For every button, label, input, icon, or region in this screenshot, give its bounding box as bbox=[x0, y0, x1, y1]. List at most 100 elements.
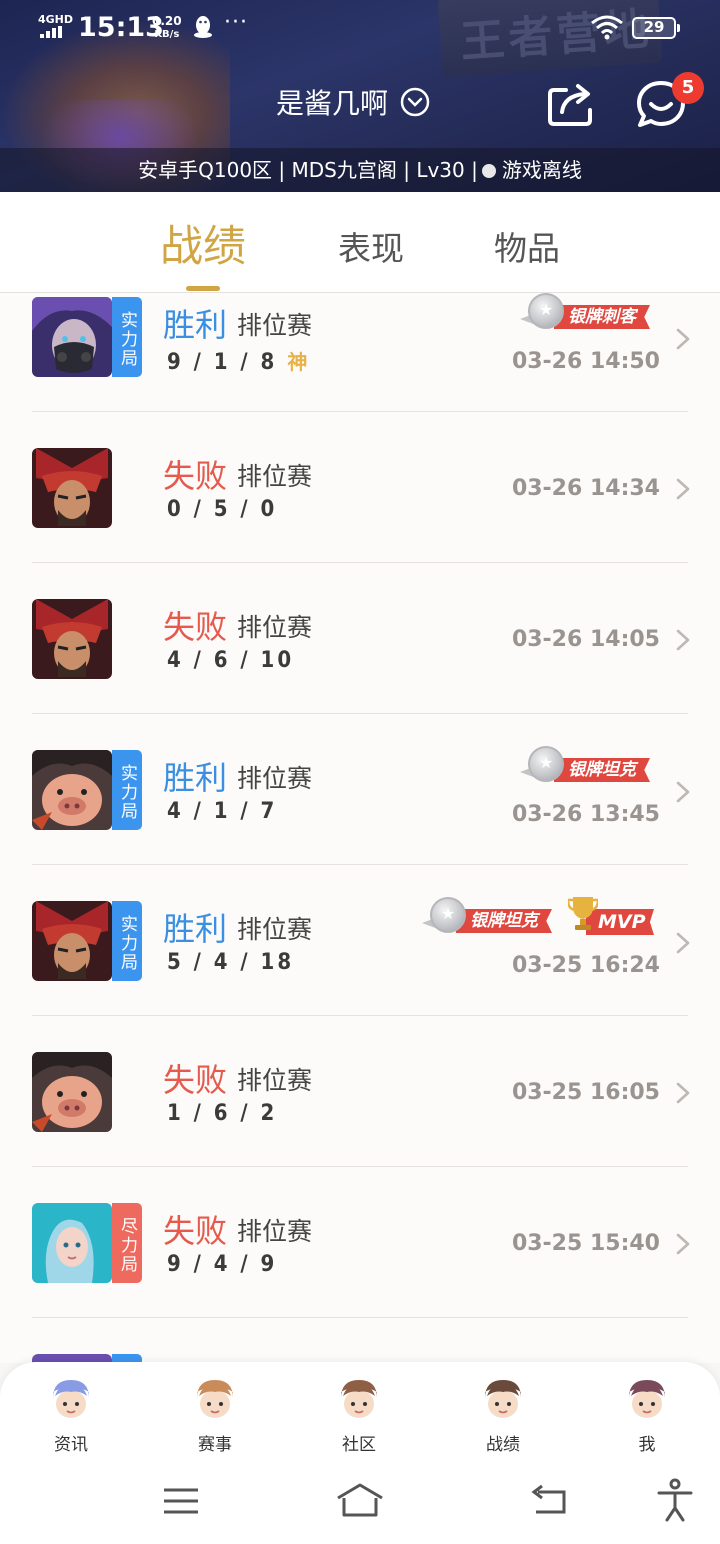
me-character-icon bbox=[629, 1380, 665, 1418]
chevron-right-icon bbox=[676, 328, 690, 350]
medal-label: 银牌刺客 bbox=[554, 305, 650, 329]
signal-icon bbox=[40, 26, 62, 38]
silver-medal-badge: 银牌坦克 bbox=[422, 895, 562, 937]
kda-value: 5 / 4 / 18 bbox=[167, 950, 295, 975]
nav-label: 战绩 bbox=[486, 1435, 520, 1455]
chevron-right-icon bbox=[676, 1233, 690, 1255]
nav-item-0[interactable]: 资讯 bbox=[31, 1378, 111, 1455]
bottom-nav: 资讯 赛事 社区 战绩 我 bbox=[0, 1362, 720, 1462]
nav-label: 资讯 bbox=[54, 1435, 88, 1455]
community-character-icon bbox=[341, 1380, 377, 1418]
match-row-partial bbox=[0, 1318, 720, 1363]
silver-medal-badge: 银牌坦克 bbox=[520, 744, 660, 786]
match-row[interactable]: 实力局胜利排位赛 5 / 4 / 18 MVP 银牌坦克 03-25 16:24 bbox=[0, 865, 720, 1016]
nav-item-4[interactable]: 我 bbox=[607, 1378, 687, 1455]
nav-item-3[interactable]: 战绩 bbox=[463, 1378, 543, 1455]
kda: 5 / 4 / 18 bbox=[167, 950, 294, 975]
nav-item-2[interactable]: 社区 bbox=[319, 1378, 399, 1455]
online-status: 游戏离线 bbox=[501, 158, 582, 182]
battery-icon: 29 bbox=[632, 17, 680, 39]
accessibility-icon[interactable] bbox=[656, 1478, 694, 1522]
match-row[interactable]: 失败 排位赛 1 / 6 / 2 03-25 16:05 bbox=[0, 1016, 720, 1167]
nav-label: 我 bbox=[638, 1435, 656, 1455]
offline-status-dot bbox=[481, 164, 496, 178]
hero-avatar bbox=[32, 901, 112, 981]
chevron-right-icon bbox=[676, 781, 690, 803]
match-result: 胜利 bbox=[163, 910, 228, 948]
medal-label: 银牌坦克 bbox=[456, 909, 552, 933]
username-dropdown[interactable]: 是酱几啊 bbox=[276, 82, 430, 122]
kda-value: 9 / 4 / 9 bbox=[167, 1252, 278, 1277]
match-row[interactable]: 尽力局 失败 排位赛 9 / 4 / 9 03-25 15:40 bbox=[0, 1167, 720, 1318]
silver-medal-icon bbox=[528, 746, 564, 782]
message-count-badge: 5 bbox=[672, 72, 704, 104]
tab-bar: 战绩 表现 物品 bbox=[0, 192, 720, 293]
match-row[interactable]: 实力局胜利排位赛 4 / 1 / 7 银牌坦克 03-26 13:45 bbox=[0, 714, 720, 865]
match-result: 失败 bbox=[163, 457, 228, 495]
kda-value: 4 / 6 / 10 bbox=[167, 648, 295, 673]
kda: 4 / 1 / 7 bbox=[167, 799, 277, 824]
battery-level: 29 bbox=[643, 18, 665, 36]
menu-icon[interactable] bbox=[162, 1486, 200, 1516]
match-tag: 实力局 bbox=[112, 750, 142, 830]
match-list[interactable]: 实力局胜利排位赛9 / 1 / 8神银牌刺客03-26 14:50失败排位赛0 … bbox=[0, 293, 720, 1363]
kda: 4 / 6 / 10 bbox=[167, 648, 294, 673]
kda: 0 / 5 / 0 bbox=[167, 497, 277, 522]
silver-medal-badge: 银牌刺客 bbox=[520, 293, 660, 333]
kda: 9 / 4 / 9 bbox=[167, 1252, 277, 1277]
share-icon[interactable] bbox=[546, 80, 598, 128]
match-mode: 排位赛 bbox=[237, 764, 313, 793]
match-result: 失败 bbox=[163, 608, 228, 646]
match-mode: 排位赛 bbox=[237, 1217, 313, 1246]
profile-header: 王者营地 4GHD 15:13 0.20 KB/s ··· 29 是酱几啊 5 … bbox=[0, 0, 720, 192]
silver-medal-icon bbox=[528, 293, 564, 329]
medal-label: 银牌坦克 bbox=[554, 758, 650, 782]
match-time: 03-25 15:40 bbox=[511, 1231, 660, 1256]
network-type: 4GHD bbox=[38, 13, 74, 26]
home-icon[interactable] bbox=[336, 1482, 384, 1518]
tab-records[interactable]: 战绩 bbox=[160, 212, 246, 274]
wifi-icon bbox=[591, 15, 623, 40]
match-tag: 实力局 bbox=[112, 297, 142, 377]
chevron-right-icon bbox=[676, 629, 690, 651]
mvp-badge: MVP bbox=[560, 895, 656, 939]
username: 是酱几啊 bbox=[276, 87, 389, 120]
network-speed: 0.20 KB/s bbox=[152, 15, 182, 41]
match-time: 03-26 13:45 bbox=[511, 802, 660, 827]
speed-value: 0.20 bbox=[152, 14, 182, 28]
match-result: 失败 bbox=[163, 1061, 228, 1099]
match-time: 03-26 14:50 bbox=[511, 349, 660, 374]
kda-value: 1 / 6 / 2 bbox=[167, 1101, 278, 1126]
nav-label: 赛事 bbox=[198, 1435, 232, 1455]
kda: 9 / 1 / 8 神 bbox=[167, 346, 307, 375]
match-result: 失败 bbox=[163, 1212, 228, 1250]
match-tag: 尽力局 bbox=[112, 1203, 142, 1283]
hero-avatar bbox=[32, 448, 112, 528]
match-time: 03-25 16:24 bbox=[511, 953, 660, 978]
server-info: 安卓手Q100区 | MDS九宫阁 | Lv30 | 游戏离线 bbox=[0, 148, 720, 192]
match-mode: 排位赛 bbox=[237, 1066, 313, 1095]
tab-performance[interactable]: 表现 bbox=[338, 222, 404, 270]
trophy-icon bbox=[568, 897, 598, 930]
kda-value: 4 / 1 / 7 bbox=[167, 799, 278, 824]
match-row[interactable]: 失败 排位赛 0 / 5 / 0 03-26 14:34 bbox=[0, 412, 720, 563]
events-character-icon bbox=[197, 1380, 233, 1418]
match-time: 03-25 16:05 bbox=[511, 1080, 660, 1105]
match-row[interactable]: 实力局胜利排位赛 9 / 1 / 8 神 银牌刺客 03-26 14:50 bbox=[0, 293, 720, 412]
match-time: 03-26 14:05 bbox=[511, 627, 660, 652]
kda-value: 0 / 5 / 0 bbox=[167, 497, 278, 522]
active-tab-indicator bbox=[186, 286, 220, 291]
back-icon[interactable] bbox=[530, 1484, 568, 1516]
match-tag: 实力局 bbox=[112, 901, 142, 981]
chevron-down-icon bbox=[400, 87, 430, 117]
tab-items[interactable]: 物品 bbox=[494, 222, 560, 270]
hero-avatar bbox=[32, 297, 112, 377]
status-bar: 4GHD 15:13 0.20 KB/s ··· 29 bbox=[0, 0, 720, 56]
chevron-right-icon bbox=[676, 478, 690, 500]
hero-avatar bbox=[32, 1052, 112, 1132]
god-badge: 神 bbox=[287, 350, 308, 374]
system-nav-bar bbox=[0, 1462, 720, 1544]
nav-item-1[interactable]: 赛事 bbox=[175, 1378, 255, 1455]
match-row[interactable]: 失败 排位赛 4 / 6 / 10 03-26 14:05 bbox=[0, 563, 720, 714]
silver-medal-icon bbox=[430, 897, 466, 933]
